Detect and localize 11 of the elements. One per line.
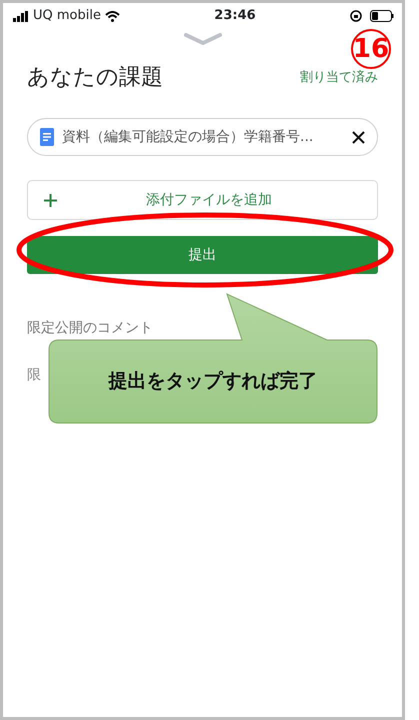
clock-time: 23:46 (214, 8, 256, 24)
attachment-name: 資料（編集可能設定の場合）学籍番号... (62, 128, 314, 146)
page-title: あなたの課題 (27, 64, 163, 92)
comments-heading: 限定公開のコメント (27, 319, 154, 338)
assignment-status: 割り当て済み (300, 68, 378, 87)
submit-button[interactable]: 提出 (27, 236, 378, 274)
step-number: 16 (351, 29, 391, 69)
attachment-chip[interactable]: 資料（編集可能設定の場合）学籍番号... (27, 118, 378, 156)
callout-text: 提出をタップすれば完了 (107, 369, 318, 394)
carrier-name: UQ mobile (33, 7, 101, 26)
add-attachment-button[interactable]: 添付ファイルを追加 (27, 180, 378, 220)
